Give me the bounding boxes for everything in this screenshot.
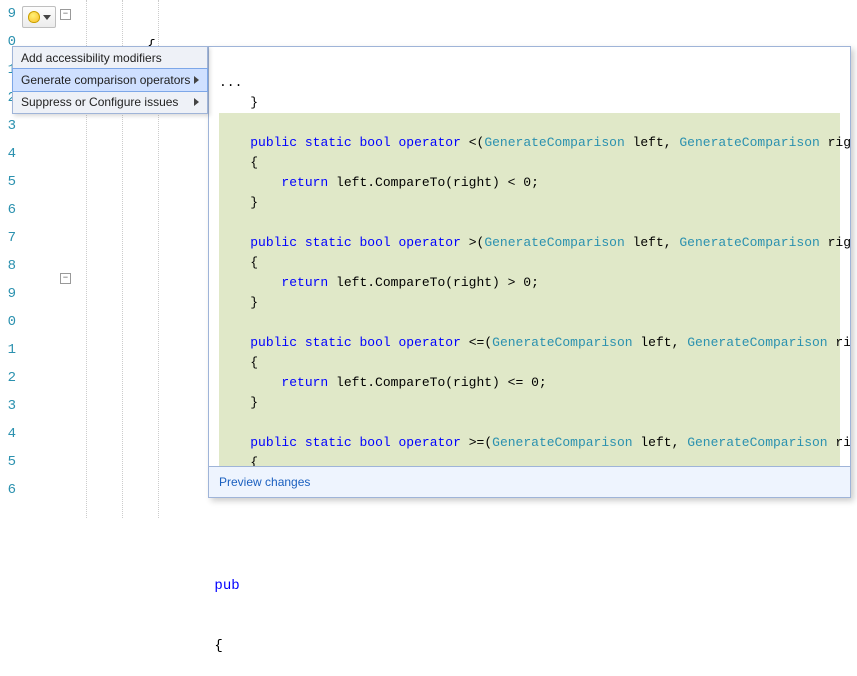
menu-item-suppress-configure[interactable]: Suppress or Configure issues — [13, 91, 207, 113]
inserted-line: public static bool operator <=(GenerateC… — [219, 333, 840, 353]
inserted-line — [219, 213, 840, 233]
preview-footer: Preview changes — [209, 466, 850, 497]
line-num: 6 — [0, 196, 16, 224]
menu-item-add-accessibility[interactable]: Add accessibility modifiers — [13, 47, 207, 69]
line-num: 4 — [0, 420, 16, 448]
line-num: 9 — [0, 0, 16, 28]
inserted-line: { — [219, 153, 840, 173]
fold-toggle[interactable]: − — [60, 9, 71, 20]
inserted-line: public static bool operator >(GenerateCo… — [219, 233, 840, 253]
inserted-line — [219, 313, 840, 333]
inserted-line: { — [219, 353, 840, 373]
lightbulb-icon — [28, 11, 40, 23]
fold-toggle[interactable]: − — [60, 273, 71, 284]
inserted-line: return left.CompareTo(right) <= 0; — [219, 373, 840, 393]
inserted-line: { — [219, 453, 840, 466]
menu-item-generate-comparison[interactable]: Generate comparison operators — [12, 68, 208, 92]
menu-label: Add accessibility modifiers — [21, 51, 162, 65]
line-num: 1 — [0, 336, 16, 364]
menu-label: Suppress or Configure issues — [21, 95, 178, 109]
kw-pub-trunc: pub — [214, 578, 239, 594]
inserted-line: { — [219, 253, 840, 273]
quick-actions-menu: Add accessibility modifiers Generate com… — [12, 46, 208, 114]
line-num: 8 — [0, 252, 16, 280]
inserted-line: return left.CompareTo(right) > 0; — [219, 273, 840, 293]
inserted-line: } — [219, 293, 840, 313]
line-num: 3 — [0, 112, 16, 140]
inserted-line — [219, 113, 840, 133]
chevron-right-icon — [194, 98, 199, 106]
inserted-line: public static bool operator >=(GenerateC… — [219, 433, 840, 453]
preview-line: } — [219, 95, 258, 110]
chevron-down-icon — [43, 15, 51, 20]
line-num: 5 — [0, 168, 16, 196]
inserted-line — [219, 413, 840, 433]
preview-line: ... — [219, 75, 242, 90]
inserted-line: } — [219, 193, 840, 213]
inserted-line: } — [219, 393, 840, 413]
menu-label: Generate comparison operators — [21, 73, 190, 87]
preview-changes-link[interactable]: Preview changes — [219, 475, 310, 489]
quick-actions-button[interactable] — [22, 6, 56, 28]
line-num: 0 — [0, 308, 16, 336]
line-num: 6 — [0, 476, 16, 504]
brace-open: { — [214, 638, 222, 654]
line-num: 4 — [0, 140, 16, 168]
code-preview-panel: ... } public static bool operator <(Gene… — [208, 46, 851, 498]
line-num: 2 — [0, 364, 16, 392]
line-num: 9 — [0, 280, 16, 308]
line-num: 3 — [0, 392, 16, 420]
chevron-right-icon — [194, 76, 199, 84]
line-num: 7 — [0, 224, 16, 252]
inserted-line: public static bool operator <(GenerateCo… — [219, 133, 840, 153]
inserted-line: return left.CompareTo(right) < 0; — [219, 173, 840, 193]
line-num: 5 — [0, 448, 16, 476]
preview-code-body: ... } public static bool operator <(Gene… — [209, 47, 850, 466]
